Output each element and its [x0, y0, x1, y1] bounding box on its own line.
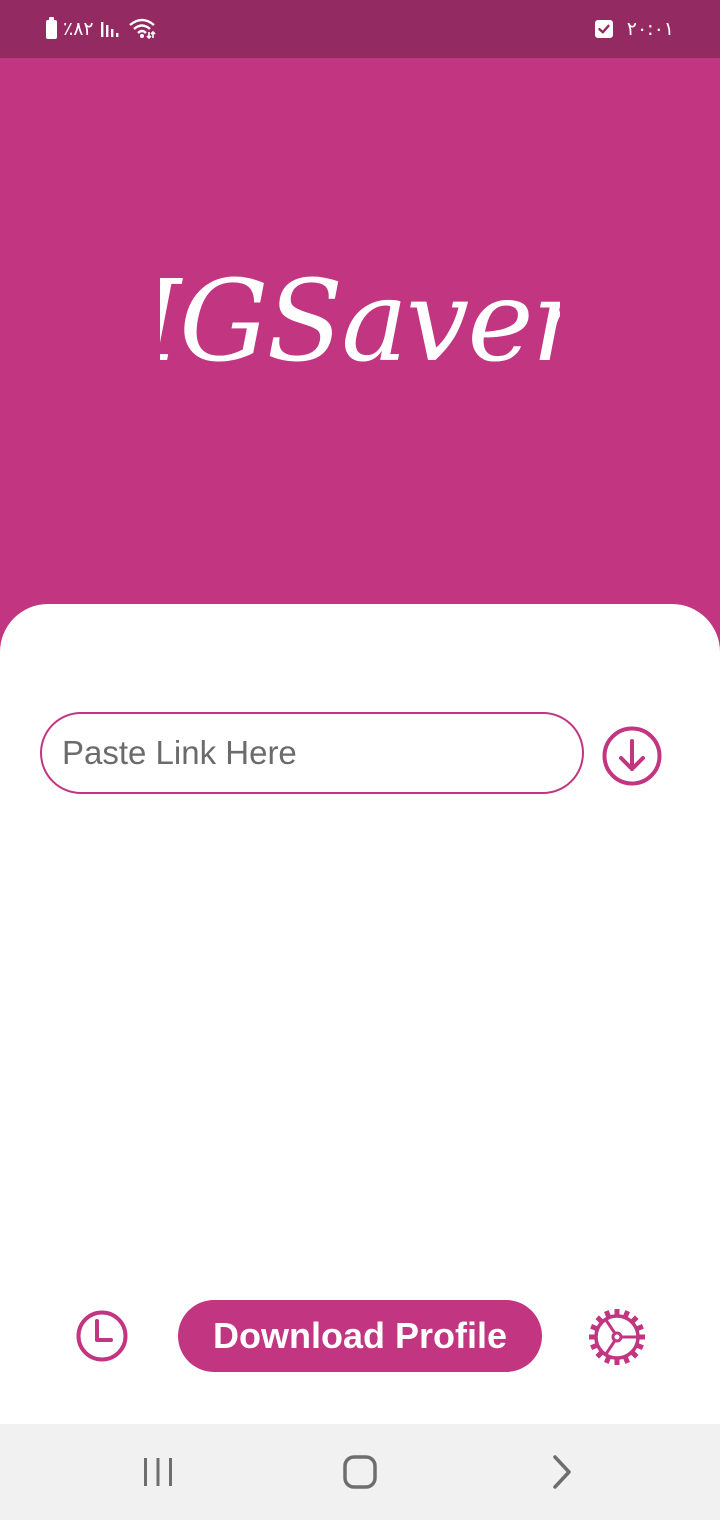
status-left: ٪۸۲	[46, 16, 156, 41]
paste-link-input[interactable]	[40, 712, 584, 794]
recent-apps-icon	[144, 1458, 172, 1486]
battery-percent: ٪۸۲	[63, 18, 94, 40]
status-right: ۲۰:۰۱	[594, 17, 674, 41]
clock-icon	[76, 1310, 128, 1362]
home-icon	[343, 1455, 377, 1489]
download-profile-button[interactable]: Download Profile	[178, 1300, 542, 1372]
settings-button[interactable]	[586, 1306, 648, 1368]
home-button[interactable]	[332, 1446, 388, 1498]
gear-icon	[589, 1309, 645, 1365]
system-nav-bar	[0, 1424, 720, 1520]
app-logo: IGSaver	[160, 257, 560, 387]
recent-apps-button[interactable]	[130, 1446, 186, 1498]
wifi-icon	[128, 18, 156, 40]
checkbox-notification-icon	[594, 20, 613, 38]
back-button[interactable]	[534, 1446, 590, 1498]
app-screen: ٪۸۲ ۲۰:۰۱ GSaver Paste Link Here Downloa…	[0, 0, 720, 1520]
status-bar: ٪۸۲ ۲۰:۰۱	[0, 0, 720, 58]
status-time: ۲۰:۰۱	[626, 18, 674, 40]
back-icon	[553, 1455, 571, 1489]
signal-icon	[100, 22, 119, 37]
history-button[interactable]	[74, 1308, 130, 1364]
download-link-button[interactable]	[600, 724, 664, 788]
battery-icon	[46, 16, 57, 39]
download-arrow-icon	[602, 726, 662, 786]
logo-text: IGSaver	[160, 257, 560, 387]
